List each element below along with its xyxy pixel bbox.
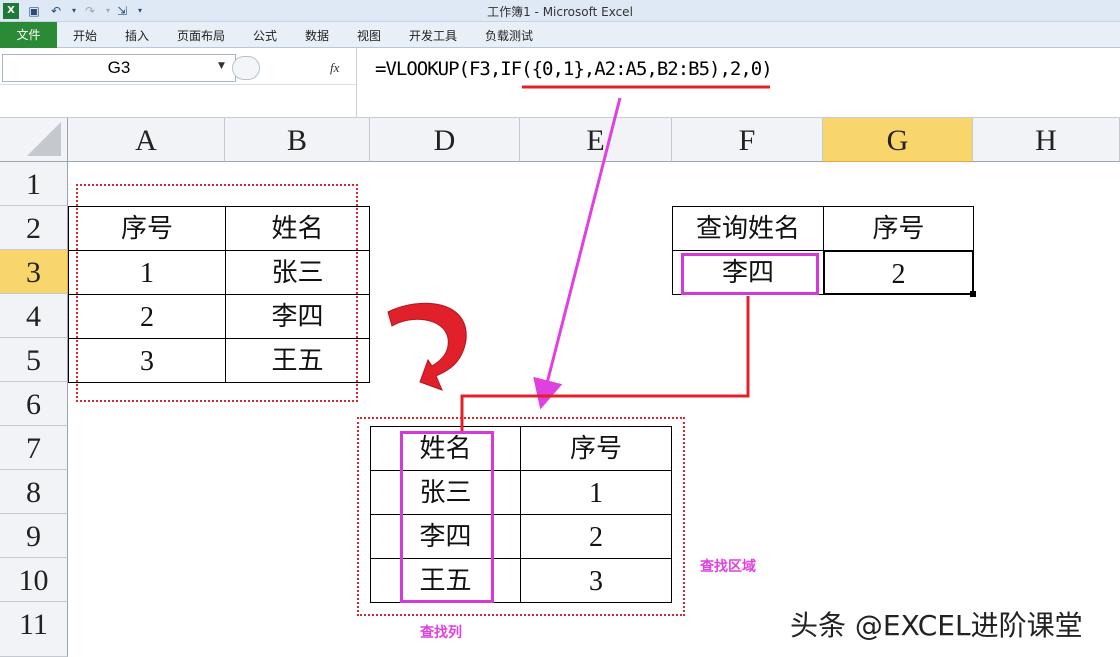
cell-f2[interactable]: 查询姓名	[672, 206, 824, 251]
column-header-h[interactable]: H	[973, 118, 1120, 162]
lookup-connector-line	[460, 296, 750, 431]
lookup-column-highlight	[400, 431, 494, 603]
window-title: 工作簿1 - Microsoft Excel	[487, 5, 633, 19]
row-header-3[interactable]: 3	[0, 250, 68, 294]
tab-view[interactable]: 视图	[357, 27, 381, 44]
lookup-column-label: 查找列	[420, 625, 462, 641]
name-box[interactable]: G3	[2, 54, 236, 82]
row-header-8[interactable]: 8	[0, 470, 68, 514]
column-header-d[interactable]: D	[370, 118, 520, 162]
column-header-f[interactable]: F	[672, 118, 823, 162]
watermark: 头条 @EXCEL进阶课堂	[790, 609, 1083, 642]
cell-g3-active[interactable]: 2	[823, 250, 974, 295]
formula-bar-divider	[356, 48, 357, 118]
row-header-5[interactable]: 5	[0, 338, 68, 382]
tab-developer[interactable]: 开发工具	[409, 27, 457, 44]
row-header-11[interactable]: 11	[0, 602, 68, 657]
column-header-e[interactable]: E	[520, 118, 672, 162]
column-header-a[interactable]: A	[68, 118, 225, 162]
tab-insert[interactable]: 插入	[125, 27, 149, 44]
curved-red-arrow-icon	[387, 302, 467, 391]
lookup-area-label: 查找区域	[700, 559, 756, 575]
row-header-6[interactable]: 6	[0, 382, 68, 426]
formula-bar-resize-handle[interactable]	[232, 56, 260, 80]
tab-file[interactable]: 文件	[0, 22, 57, 48]
source-range-outline	[76, 184, 358, 402]
insert-function-button[interactable]: fx	[330, 60, 339, 76]
fill-handle[interactable]	[970, 291, 976, 297]
lookup-value-highlight	[681, 253, 819, 295]
tab-data[interactable]: 数据	[305, 27, 329, 44]
tab-page-layout[interactable]: 页面布局	[177, 27, 225, 44]
name-box-dropdown-icon[interactable]: ▼	[218, 61, 225, 71]
ribbon-tabs: 文件 开始 插入 页面布局 公式 数据 视图 开发工具 负载测试	[0, 22, 1120, 48]
select-all-corner[interactable]	[0, 118, 68, 162]
title-bar: X ▣ ↶ ▾ ↷ ▾ ⇲ ▾ 工作簿1 - Microsoft Excel	[0, 0, 1120, 22]
formula-bar-underline	[0, 84, 356, 85]
column-header-g[interactable]: G	[823, 118, 973, 162]
row-header-9[interactable]: 9	[0, 514, 68, 558]
row-header-10[interactable]: 10	[0, 558, 68, 602]
cell-g2[interactable]: 序号	[823, 206, 974, 251]
column-header-b[interactable]: B	[225, 118, 370, 162]
formula-bar: G3 ▼ fx =VLOOKUP(F3,IF({0,1},A2:A5,B2:B5…	[0, 48, 1120, 118]
tab-load-test[interactable]: 负载测试	[485, 27, 533, 44]
row-header-4[interactable]: 4	[0, 294, 68, 338]
row-header-1[interactable]: 1	[0, 162, 68, 206]
row-header-2[interactable]: 2	[0, 206, 68, 250]
tab-home[interactable]: 开始	[73, 27, 97, 44]
row-header-7[interactable]: 7	[0, 426, 68, 470]
formula-input[interactable]: =VLOOKUP(F3,IF({0,1},A2:A5,B2:B5),2,0)	[375, 58, 773, 80]
tab-formulas[interactable]: 公式	[253, 27, 277, 44]
